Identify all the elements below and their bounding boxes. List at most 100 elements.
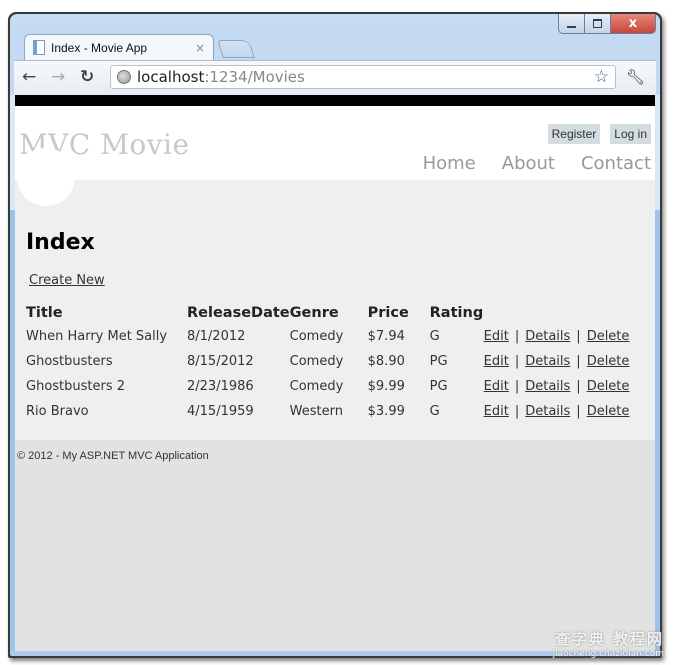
- main-content: Index Create New Title ReleaseDate Genre…: [15, 148, 655, 440]
- menu-about[interactable]: About: [502, 153, 555, 174]
- url-text[interactable]: localhost:1234/Movies: [137, 68, 305, 86]
- edit-link[interactable]: Edit: [484, 379, 509, 394]
- page-viewport: MVC Movie Register Log in Home About Con…: [15, 95, 655, 651]
- decorative-circle: [17, 148, 75, 206]
- column-header-title: Title: [26, 305, 63, 321]
- main-menu: Home About Contact: [423, 153, 651, 174]
- cell-actions: Edit | Details | Delete: [484, 349, 630, 374]
- watermark-title: 查字典 教程网: [554, 630, 664, 648]
- window-border-right: [655, 95, 660, 651]
- separator: |: [514, 329, 520, 344]
- back-arrow-icon[interactable]: ←: [22, 67, 36, 87]
- cell-rating: PG: [429, 379, 448, 394]
- cell-release: 2/23/1986: [187, 379, 254, 394]
- login-link[interactable]: Log in: [610, 124, 651, 144]
- browser-window: x Index - Movie App × ← → ↻ localhost:12…: [10, 14, 660, 656]
- separator: |: [576, 329, 581, 344]
- edit-link[interactable]: Edit: [484, 329, 509, 344]
- cell-genre: Comedy: [289, 329, 344, 344]
- cell-rating: G: [429, 329, 440, 344]
- wrench-menu-icon[interactable]: 🔧︎: [626, 68, 645, 86]
- page-heading: Index: [26, 230, 95, 255]
- browser-toolbar: ← → ↻ localhost:1234/Movies ☆ 🔧︎: [14, 60, 656, 95]
- create-new-link[interactable]: Create New: [29, 273, 105, 288]
- table-row: Ghostbusters 2 2/23/1986 Comedy $9.99 PG…: [26, 374, 629, 399]
- cell-price: $8.90: [367, 354, 405, 369]
- cell-title: Ghostbusters 2: [26, 379, 126, 394]
- login-links: Register Log in: [547, 124, 651, 144]
- watermark: 查字典 教程网 jiaocheng.chazidian.com: [553, 628, 664, 659]
- register-link[interactable]: Register: [547, 124, 601, 144]
- close-window-button[interactable]: x: [611, 14, 656, 34]
- cell-actions: Edit | Details | Delete: [484, 374, 630, 399]
- cell-genre: Comedy: [289, 379, 344, 394]
- bookmark-star-icon[interactable]: ☆: [594, 67, 609, 87]
- cell-release: 4/15/1959: [187, 404, 254, 419]
- table-row: When Harry Met Sally 8/1/2012 Comedy $7.…: [26, 324, 629, 349]
- cell-genre: Western: [289, 404, 343, 419]
- close-icon: x: [628, 16, 638, 31]
- reload-icon[interactable]: ↻: [80, 67, 94, 87]
- cell-release: 8/15/2012: [187, 354, 254, 369]
- column-header-rating: Rating: [429, 305, 484, 321]
- edit-link[interactable]: Edit: [484, 404, 509, 419]
- cell-actions: Edit | Details | Delete: [484, 399, 630, 424]
- details-link[interactable]: Details: [525, 379, 570, 394]
- site-footer: © 2012 - My ASP.NET MVC Application: [15, 440, 655, 462]
- column-header-price: Price: [367, 305, 409, 321]
- watermark-url: jiaocheng.chazidian.com: [552, 649, 664, 659]
- separator: |: [576, 404, 581, 419]
- window-controls: x: [558, 14, 656, 34]
- url-host: localhost: [137, 68, 205, 86]
- separator: |: [514, 404, 520, 419]
- separator: |: [514, 379, 520, 394]
- table-header-row: Title ReleaseDate Genre Price Rating: [26, 302, 629, 324]
- tab-close-icon[interactable]: ×: [195, 41, 205, 55]
- minimize-icon: [567, 25, 576, 28]
- browser-tab[interactable]: Index - Movie App ×: [24, 34, 214, 60]
- site-header: MVC Movie Register Log in Home About Con…: [15, 106, 655, 180]
- footer-text: © 2012 - My ASP.NET MVC Application: [17, 450, 209, 462]
- globe-icon: [117, 70, 131, 84]
- details-link[interactable]: Details: [525, 354, 570, 369]
- movies-table: Title ReleaseDate Genre Price Rating Whe…: [26, 302, 629, 424]
- url-path: :1234/Movies: [204, 68, 305, 86]
- menu-contact[interactable]: Contact: [581, 153, 651, 174]
- cell-price: $9.99: [367, 379, 405, 394]
- edit-link[interactable]: Edit: [484, 354, 509, 369]
- separator: |: [576, 354, 581, 369]
- cell-release: 8/1/2012: [187, 329, 246, 344]
- table-row: Ghostbusters 8/15/2012 Comedy $8.90 PG E…: [26, 349, 629, 374]
- cell-rating: G: [429, 404, 440, 419]
- delete-link[interactable]: Delete: [587, 379, 630, 394]
- cell-genre: Comedy: [289, 354, 344, 369]
- tab-title: Index - Movie App: [51, 40, 148, 55]
- cell-price: $7.94: [367, 329, 405, 344]
- cell-price: $3.99: [367, 404, 405, 419]
- new-tab-button[interactable]: [217, 40, 255, 58]
- delete-link[interactable]: Delete: [587, 354, 630, 369]
- menu-home[interactable]: Home: [423, 153, 476, 174]
- column-header-genre: Genre: [289, 305, 339, 321]
- cell-actions: Edit | Details | Delete: [484, 324, 630, 349]
- table-row: Rio Bravo 4/15/1959 Western $3.99 G Edit…: [26, 399, 629, 424]
- column-header-actions: [484, 302, 630, 324]
- cell-rating: PG: [429, 354, 448, 369]
- top-bar: [15, 95, 655, 106]
- details-link[interactable]: Details: [525, 404, 570, 419]
- cell-title: Rio Bravo: [26, 404, 89, 419]
- maximize-button[interactable]: [585, 14, 611, 34]
- maximize-icon: [593, 19, 602, 28]
- separator: |: [576, 379, 581, 394]
- forward-arrow-icon[interactable]: →: [51, 67, 65, 87]
- delete-link[interactable]: Delete: [587, 329, 630, 344]
- page-favicon-icon: [33, 40, 45, 55]
- details-link[interactable]: Details: [525, 329, 570, 344]
- delete-link[interactable]: Delete: [587, 404, 630, 419]
- cell-title: When Harry Met Sally: [26, 329, 168, 344]
- minimize-button[interactable]: [558, 14, 585, 34]
- address-bar[interactable]: localhost:1234/Movies ☆: [110, 65, 616, 89]
- column-header-releasedate: ReleaseDate: [187, 305, 290, 321]
- cell-title: Ghostbusters: [26, 354, 113, 369]
- separator: |: [514, 354, 520, 369]
